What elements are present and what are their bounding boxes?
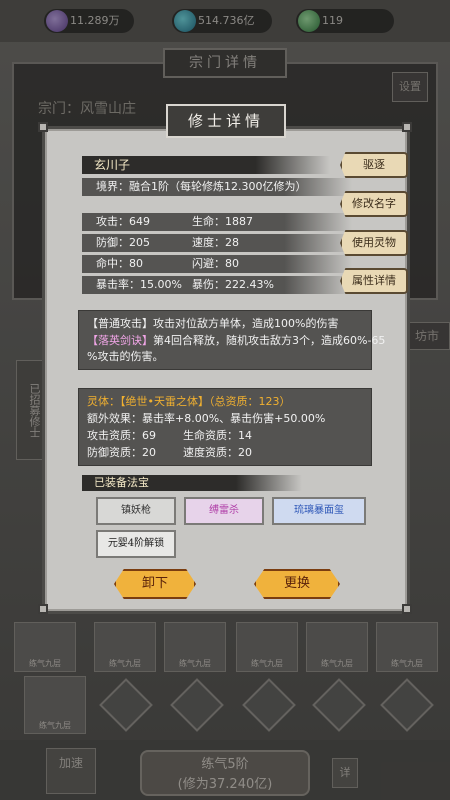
realm-row: 境界：融合1阶（每轮修炼12.300亿修为） xyxy=(82,178,352,196)
stat-crit-rate: 暴击率：15.00% xyxy=(96,278,182,291)
spirit-body-name: 【绝世•天雷之体】 xyxy=(120,395,209,408)
corner-ornament xyxy=(402,122,412,132)
stat-row: 防御：205 速度：28 xyxy=(82,234,352,252)
normal-attack-tag: 【普通攻击】 xyxy=(87,317,153,330)
skills-box: 【普通攻击】攻击对位敌方单体，造成100%的伤害 【落英剑诀】第4回合释放，随机… xyxy=(78,310,385,370)
special-skill-text: 第4回合释放，随机攻击敌方3个，造成60%-65 xyxy=(153,334,386,347)
special-skill-line: 【落英剑诀】第4回合释放，随机攻击敌方3个，造成60%-65 xyxy=(87,333,385,349)
rename-button[interactable]: 修改名字 xyxy=(340,191,408,217)
spirit-body-label: 灵体： xyxy=(87,395,120,408)
unequip-button[interactable]: 卸下 xyxy=(114,569,196,599)
treasure-slot[interactable]: 缚雷杀 xyxy=(184,497,264,525)
corner-ornament xyxy=(38,604,48,614)
spirit-body-box: 灵体：【绝世•天雷之体】（总资质：123） 额外效果：暴击率+8.00%、暴击伤… xyxy=(78,388,372,466)
aptitude-hp: 生命资质：14 xyxy=(183,429,252,442)
equipped-treasure-title: 已装备法宝 xyxy=(82,475,302,491)
cultivator-name: 玄川子 xyxy=(82,156,330,174)
aptitude-attack: 攻击资质：69 xyxy=(87,429,156,442)
stat-crit-damage: 暴伤：222.43% xyxy=(192,278,274,291)
corner-ornament xyxy=(402,604,412,614)
modal-title: 修士详情 xyxy=(166,104,286,138)
special-skill-tag: 【落英剑诀】 xyxy=(87,334,153,347)
stat-row: 暴击率：15.00% 暴伤：222.43% xyxy=(82,276,352,294)
locked-treasure-slot: 元婴4阶解锁 xyxy=(96,530,176,558)
stat-hit: 命中：80 xyxy=(96,257,143,270)
stat-defense: 防御：205 xyxy=(96,236,150,249)
expel-button[interactable]: 驱逐 xyxy=(340,152,408,178)
normal-attack-text: 攻击对位敌方单体，造成100%的伤害 xyxy=(153,317,339,330)
stat-dodge: 闪避：80 xyxy=(192,257,239,270)
corner-ornament xyxy=(38,122,48,132)
realm-text: 境界：融合1阶（每轮修炼12.300亿修为） xyxy=(96,180,307,193)
treasure-slot[interactable]: 琉璃暴面玺 xyxy=(272,497,366,525)
special-skill-line2: %攻击的伤害。 xyxy=(87,350,164,363)
attribute-detail-button[interactable]: 属性详情 xyxy=(340,268,408,294)
aptitude-defense: 防御资质：20 xyxy=(87,446,156,459)
stat-hp: 生命：1887 xyxy=(192,215,253,228)
stat-row: 攻击：649 生命：1887 xyxy=(82,213,352,231)
use-item-button[interactable]: 使用灵物 xyxy=(340,230,408,256)
replace-button[interactable]: 更换 xyxy=(254,569,340,599)
stat-speed: 速度：28 xyxy=(192,236,239,249)
spirit-body-line: 灵体：【绝世•天雷之体】（总资质：123） xyxy=(87,394,291,410)
aptitude-speed: 速度资质：20 xyxy=(183,446,252,459)
treasure-slot[interactable]: 镇妖枪 xyxy=(96,497,176,525)
extra-effect: 额外效果：暴击率+8.00%、暴击伤害+50.00% xyxy=(87,412,326,425)
stat-row: 命中：80 闪避：80 xyxy=(82,255,352,273)
spirit-body-total: （总资质：123） xyxy=(209,395,291,408)
stat-attack: 攻击：649 xyxy=(96,215,150,228)
normal-attack-line: 【普通攻击】攻击对位敌方单体，造成100%的伤害 xyxy=(87,316,338,332)
